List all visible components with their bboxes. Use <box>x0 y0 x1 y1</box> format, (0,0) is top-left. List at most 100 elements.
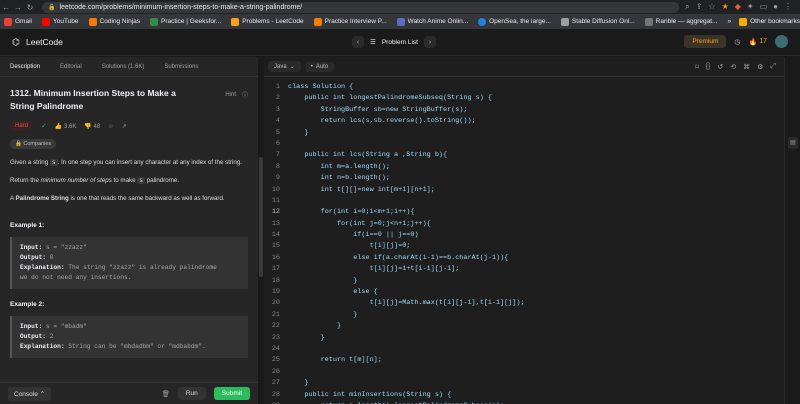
bookmark-leetcode[interactable]: Problems - LeetCode <box>231 17 304 26</box>
code-line[interactable]: 20 t[i][j]=Math.max(t[i][j-1],t[i-1][j])… <box>264 298 784 309</box>
code-text: public int minInsertions(String s) { <box>288 390 452 399</box>
code-line[interactable]: 21 } <box>264 310 784 321</box>
bookmark-star-icon[interactable]: ☆ <box>708 2 715 12</box>
code-line[interactable]: 25 return t[m][n]; <box>264 355 784 366</box>
code-line[interactable]: 24 <box>264 344 784 355</box>
bookmarks-more-button[interactable]: » <box>727 18 731 25</box>
dislike-button[interactable]: 👎 48 <box>84 123 100 130</box>
autocomplete-mode[interactable]: • Auto <box>304 61 335 72</box>
code-line[interactable]: 15 t[i][j]=0; <box>264 241 784 252</box>
run-button[interactable]: Run <box>177 387 206 400</box>
code-line[interactable]: 13 for(int j=0;j<n+1;j++){ <box>264 219 784 230</box>
favorite-star-icon[interactable]: ☆ <box>108 123 113 130</box>
code-line[interactable]: 28 public int minInsertions(String s) { <box>264 390 784 401</box>
share-link-icon[interactable]: ↗ <box>122 123 127 130</box>
code-editor: Java ⌄ • Auto ⌑ {} ↺ ⟲ ⌘ ⚙ ⤢ 1 class Soluti… <box>264 57 784 404</box>
title-actions: Hint ⓘ <box>225 87 248 100</box>
search-icon[interactable]: ⌕ <box>685 2 689 12</box>
bookmark-geeksforgeeks[interactable]: Practice | Geeksfor... <box>150 17 221 26</box>
problem-meta: Hard ✓ 👍 3.6K 👎 48 ☆ ↗ <box>10 121 248 131</box>
prev-problem-button[interactable]: ‹ <box>352 36 364 48</box>
streak-counter[interactable]: 🔥 17 <box>748 38 767 46</box>
leetcode-header: ⌬ LeetCode ‹ ☰ Problem List › Premium ◷ … <box>0 29 800 56</box>
code-line[interactable]: 3 StringBuffer sb=new StringBuffer(s); <box>264 105 784 116</box>
code-line[interactable]: 1 class Solution { <box>264 82 784 93</box>
window-icon[interactable]: ▭ <box>760 2 768 12</box>
line-number: 16 <box>271 253 280 262</box>
avatar[interactable] <box>775 35 788 48</box>
bookmark-icon[interactable]: ⌑ <box>695 63 699 71</box>
bookmark-interview[interactable]: Practice Interview P... <box>313 17 387 26</box>
notes-icon[interactable]: ▤ <box>788 137 798 149</box>
timer-icon[interactable]: ◷ <box>734 38 740 46</box>
bookmark-coding-ninjas[interactable]: Coding Ninjas <box>88 17 140 26</box>
bookmark-stable-diffusion[interactable]: Stable Diffusion Onl... <box>560 17 635 26</box>
premium-button[interactable]: Premium <box>684 35 727 48</box>
code-line[interactable]: 2 public int longestPalindromeSubseq(Str… <box>264 93 784 104</box>
info-icon[interactable]: ⓘ <box>242 90 248 99</box>
tab-description[interactable]: Description <box>0 57 50 77</box>
undo-icon[interactable]: ⟲ <box>730 63 736 71</box>
code-line[interactable]: 16 else if(a.charAt(i-1)==b.charAt(j-1))… <box>264 253 784 264</box>
bookmark-gmail[interactable]: Gmail <box>4 17 32 26</box>
settings-icon[interactable]: ⚙ <box>757 63 763 71</box>
back-icon[interactable]: ← <box>0 3 12 12</box>
shortcut-icon[interactable]: ⌘ <box>743 63 750 71</box>
language-select[interactable]: Java ⌄ <box>268 61 301 72</box>
other-bookmarks[interactable]: Other bookmarks <box>750 18 800 25</box>
code-line[interactable]: 23 } <box>264 333 784 344</box>
menu-icon[interactable]: ⋮ <box>784 2 792 12</box>
reset-icon[interactable]: ↺ <box>717 63 723 71</box>
code-line[interactable]: 4 return lcs(s,sb.reverse().toString()); <box>264 116 784 127</box>
profile-icon[interactable]: ● <box>773 2 778 12</box>
submit-button[interactable]: Submit <box>213 387 250 400</box>
forward-icon[interactable]: → <box>12 3 24 12</box>
leetcode-logo[interactable]: ⌬ LeetCode <box>12 37 63 47</box>
hint-button[interactable]: Hint <box>225 92 236 98</box>
problem-list-link[interactable]: Problem List <box>382 39 418 46</box>
anime-icon <box>396 17 405 26</box>
line-number: 22 <box>271 322 280 331</box>
bookmark-opensea[interactable]: OpenSea, the large... <box>478 17 551 26</box>
code-line[interactable]: 8 int m=a.length(); <box>264 162 784 173</box>
trash-icon[interactable]: 🗑 <box>162 390 170 398</box>
code-text: for(int j=0;j<n+1;j++){ <box>288 219 431 228</box>
code-line[interactable]: 18 } <box>264 276 784 287</box>
tab-submissions[interactable]: Submissions <box>154 57 208 77</box>
code-line[interactable]: 6 <box>264 139 784 150</box>
next-problem-button[interactable]: › <box>423 36 436 48</box>
bookmark-youtube[interactable]: YouTube <box>41 17 79 26</box>
code-text: int n=b.length(); <box>288 174 390 183</box>
extension-icon[interactable]: ★ <box>722 2 729 12</box>
share-icon[interactable]: ⇪ <box>696 2 703 12</box>
code-line[interactable]: 19 else { <box>264 287 784 298</box>
tab-solutions[interactable]: Solutions (1.6K) <box>92 57 155 77</box>
scrollbar-thumb[interactable] <box>259 157 263 277</box>
tab-editorial[interactable]: Editorial <box>50 57 92 77</box>
code-line[interactable]: 11 <box>264 196 784 207</box>
code-line[interactable]: 17 t[i][j]=1+t[i-1][j-1]; <box>264 264 784 275</box>
code-line[interactable]: 12 for(int i=0;i<m+1;i++){ <box>264 207 784 218</box>
braces-icon[interactable]: {} <box>706 63 711 71</box>
bookmark-anime[interactable]: Watch Anime Onlin... <box>396 17 468 26</box>
code-line[interactable]: 9 int n=b.length(); <box>264 173 784 184</box>
code-text: class Solution { <box>288 83 354 91</box>
fullscreen-icon[interactable]: ⤢ <box>770 63 776 71</box>
address-bar[interactable]: 🔒 leetcode.com/problems/minimum-insertio… <box>42 1 680 13</box>
code-line[interactable]: 27 } <box>264 378 784 389</box>
code-line[interactable]: 5 } <box>264 128 784 139</box>
companies-tag[interactable]: 🔒 Companies <box>10 139 57 149</box>
reload-icon[interactable]: ↻ <box>24 3 36 12</box>
code-line[interactable]: 26 <box>264 367 784 378</box>
like-button[interactable]: 👍 3.6K <box>55 123 77 130</box>
coding-ninjas-icon <box>88 17 97 26</box>
code-line[interactable]: 14 if(i==0 || j==0) <box>264 230 784 241</box>
console-button[interactable]: Console ⌃ <box>8 386 52 401</box>
code-line[interactable]: 22 } <box>264 321 784 332</box>
extension-fox-icon[interactable]: ◆ <box>735 2 741 12</box>
code-lines[interactable]: 1 class Solution {2 public int longestPal… <box>264 77 784 404</box>
code-line[interactable]: 10 int t[][]=new int[m+1][n+1]; <box>264 185 784 196</box>
bookmark-ranble[interactable]: Ranble — aggregat... <box>644 17 717 26</box>
code-line[interactable]: 7 public int lcs(String a ,String b){ <box>264 150 784 161</box>
extensions-puzzle-icon[interactable]: ✦ <box>747 2 754 12</box>
